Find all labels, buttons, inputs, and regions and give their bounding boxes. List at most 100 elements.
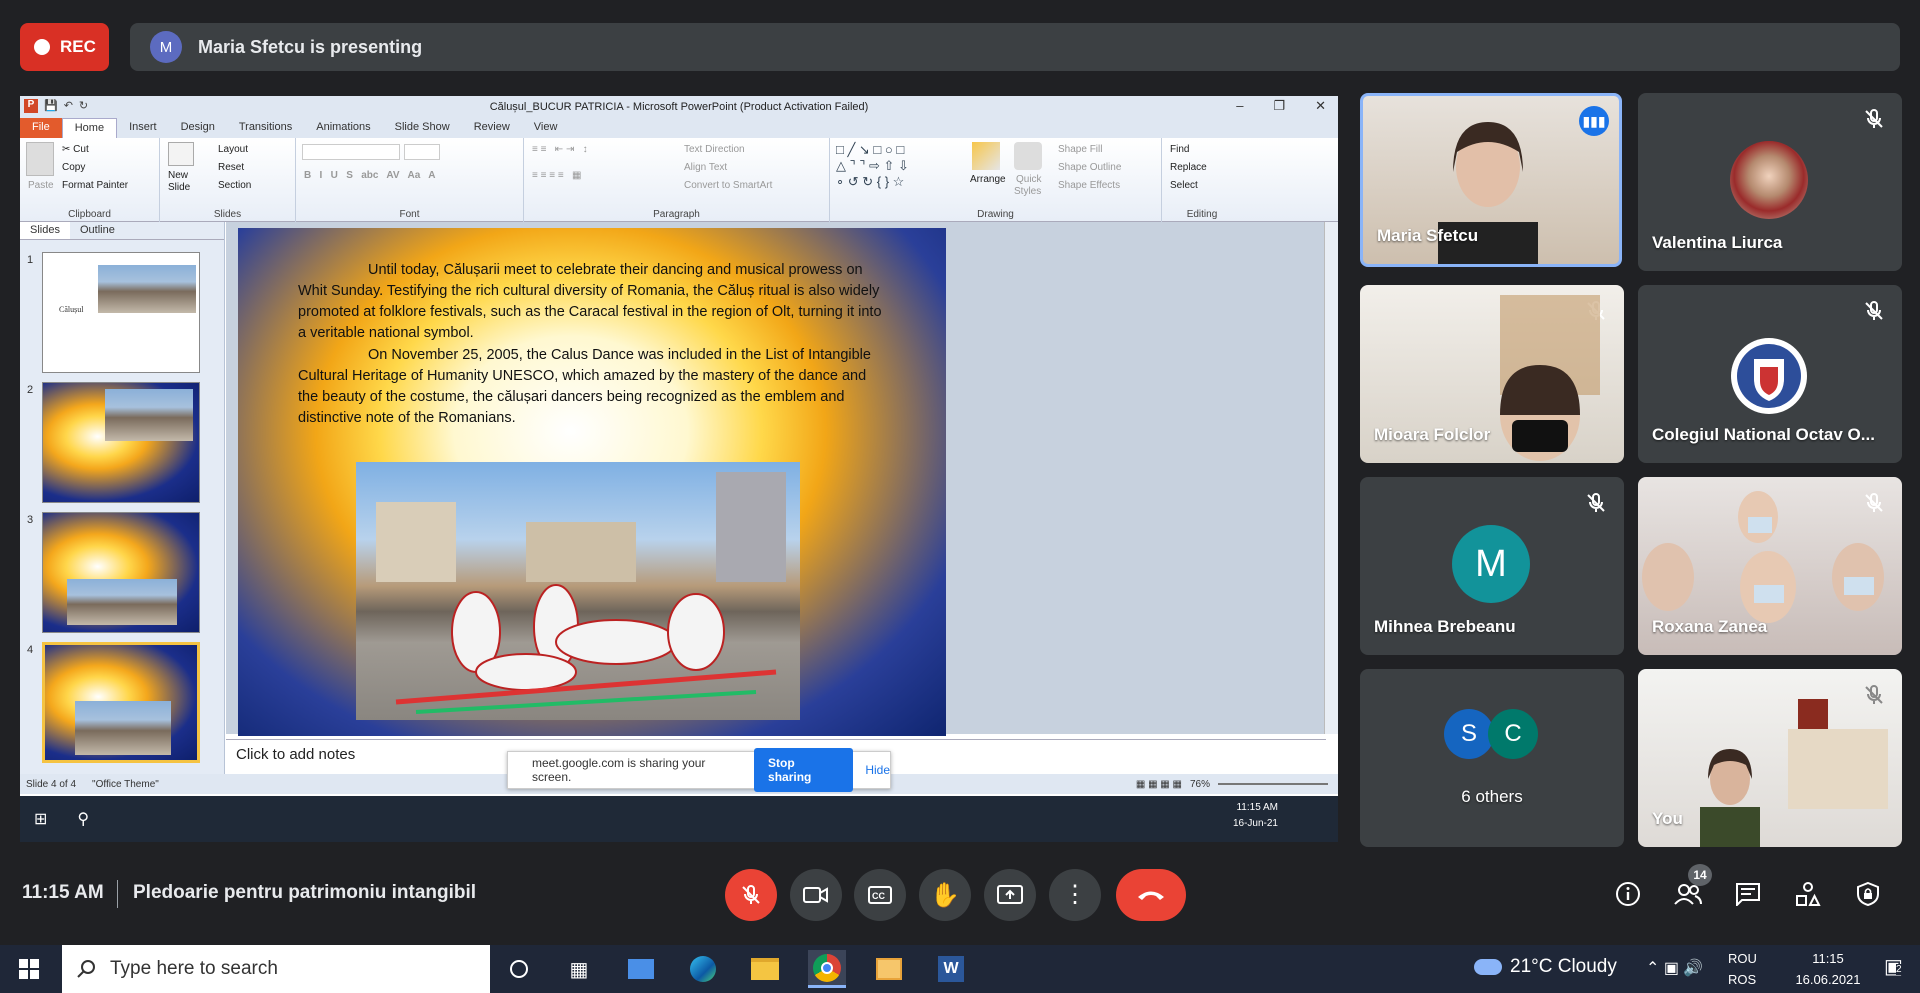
layout-button[interactable]: Layout (218, 144, 248, 155)
new-slide-label[interactable]: New (168, 170, 188, 181)
undo-icon[interactable]: ↶ (64, 99, 73, 113)
slide-thumbnail-2[interactable] (42, 382, 200, 503)
align-icons[interactable]: ≡ ≡ ≡ ≡ ▦ (532, 170, 581, 181)
format-painter-button[interactable]: Format Painter (62, 180, 128, 191)
shape-outline-button[interactable]: Shape Outline (1058, 162, 1121, 173)
bold-icon[interactable]: B I U S abc AV Aa A (304, 170, 436, 181)
taskbar-search[interactable]: Type here to search (62, 945, 490, 993)
copy-button[interactable]: Copy (62, 162, 85, 173)
view-icons[interactable]: ▦ ▦ ▦ ▦ (1136, 779, 1182, 790)
tab-insert[interactable]: Insert (117, 118, 169, 138)
edge-app-icon[interactable] (684, 950, 722, 988)
tab-transitions[interactable]: Transitions (227, 118, 304, 138)
tab-home[interactable]: Home (61, 118, 118, 138)
participant-tile-others[interactable]: S C 6 others (1360, 669, 1624, 847)
find-button[interactable]: Find (1170, 144, 1189, 155)
tab-view[interactable]: View (522, 118, 570, 138)
meeting-details-button[interactable] (1608, 874, 1648, 914)
text-direction-button[interactable]: Text Direction (684, 144, 745, 155)
people-button[interactable]: 14 (1668, 864, 1712, 914)
convert-smartart-button[interactable]: Convert to SmartArt (684, 180, 772, 191)
slide-thumbnail-3[interactable] (42, 512, 200, 633)
tab-animations[interactable]: Animations (304, 118, 382, 138)
section-button[interactable]: Section (218, 180, 251, 191)
taskbar-clock[interactable]: 11:15 16.06.2021 (1778, 948, 1878, 990)
quick-styles-icon[interactable] (1014, 142, 1042, 170)
chrome-app-icon[interactable] (808, 950, 846, 988)
cut-button[interactable]: ✂ Cut (62, 144, 89, 155)
new-slide-label-2[interactable]: Slide (168, 182, 190, 193)
notifications-button[interactable]: ▣ 2 (1884, 954, 1903, 979)
system-tray-icons[interactable]: ⌃ ▣ 🔊 (1646, 958, 1703, 978)
mail-app-icon[interactable] (870, 950, 908, 988)
select-button[interactable]: Select (1170, 180, 1198, 191)
close-icon[interactable]: ✕ (1315, 98, 1326, 114)
participant-tile-colegiul[interactable]: Colegiul National Octav O... (1638, 285, 1902, 463)
leave-call-button[interactable] (1116, 869, 1186, 921)
restore-icon[interactable]: ❐ (1273, 98, 1285, 114)
zoom-slider[interactable] (1218, 783, 1328, 785)
vertical-scrollbar[interactable] (1324, 222, 1338, 734)
tab-design[interactable]: Design (169, 118, 227, 138)
start-button[interactable] (10, 950, 48, 988)
news-app-icon[interactable] (622, 950, 660, 988)
participant-tile-maria[interactable]: ▮▮▮ Maria Sfetcu (1360, 93, 1622, 267)
tab-review[interactable]: Review (462, 118, 522, 138)
mic-toggle-button[interactable] (725, 869, 777, 921)
edge-icon (690, 956, 716, 982)
weather-widget[interactable]: 21°C Cloudy (1474, 956, 1617, 978)
activities-button[interactable] (1788, 874, 1828, 914)
more-options-button[interactable]: ⋮ (1049, 869, 1101, 921)
paste-button[interactable]: Paste (28, 180, 54, 191)
replace-button[interactable]: Replace (1170, 162, 1207, 173)
participant-tile-roxana[interactable]: Roxana Zanea (1638, 477, 1902, 655)
host-controls-button[interactable] (1848, 874, 1888, 914)
camera-toggle-button[interactable] (790, 869, 842, 921)
redo-icon[interactable]: ↻ (79, 99, 88, 113)
stop-sharing-button[interactable]: Stop sharing (754, 748, 854, 792)
task-view-icon: ▦ (569, 958, 589, 981)
word-app-icon[interactable]: W (932, 950, 970, 988)
task-view-button[interactable]: ▦ (560, 950, 598, 988)
arrange-icon[interactable] (972, 142, 1000, 170)
recording-badge[interactable]: REC (20, 23, 109, 71)
hide-button[interactable]: Hide (865, 763, 890, 777)
language-indicator[interactable]: ROU ROS (1728, 948, 1757, 990)
participant-tile-valentina[interactable]: Valentina Liurca (1638, 93, 1902, 271)
chat-button[interactable] (1728, 874, 1768, 914)
shape-fill-button[interactable]: Shape Fill (1058, 144, 1102, 155)
cortana-button[interactable] (500, 950, 538, 988)
tab-slides[interactable]: Slides (20, 222, 70, 239)
paragraph-group-label: Paragraph (653, 209, 700, 220)
participant-tile-mioara[interactable]: Mioara Folclor (1360, 285, 1624, 463)
shape-effects-button[interactable]: Shape Effects (1058, 180, 1120, 191)
participant-tile-you[interactable]: You (1638, 669, 1902, 847)
new-slide-icon[interactable] (168, 142, 194, 166)
captions-button[interactable]: CC (854, 869, 906, 921)
align-text-button[interactable]: Align Text (684, 162, 727, 173)
quick-styles-label-2[interactable]: Styles (1014, 186, 1041, 197)
raise-hand-button[interactable]: ✋ (919, 869, 971, 921)
participant-tile-mihnea[interactable]: M Mihnea Brebeanu (1360, 477, 1624, 655)
thumb-number: 1 (27, 254, 34, 266)
reset-button[interactable]: Reset (218, 162, 244, 173)
arrange-button[interactable]: Arrange (970, 174, 1006, 185)
inner-time: 11:15 AM (1236, 802, 1278, 813)
tab-file[interactable]: File (20, 118, 62, 138)
zoom-level[interactable]: 76% (1190, 779, 1210, 790)
tab-outline[interactable]: Outline (70, 222, 125, 239)
current-slide[interactable]: Until today, Călușarii meet to celebrate… (238, 228, 946, 736)
minimize-icon[interactable]: – (1236, 98, 1243, 114)
quick-styles-label[interactable]: Quick (1016, 174, 1042, 185)
file-explorer-app-icon[interactable] (746, 950, 784, 988)
shapes-gallery[interactable]: □ ╱ ↘ □ ○ □ △ ⌝ ⌝ ⇨ ⇧ ⇩ ∘ ↺ ↻ { } ☆ (836, 142, 909, 190)
paste-icon[interactable] (26, 142, 54, 176)
tab-slideshow[interactable]: Slide Show (383, 118, 462, 138)
slide-thumbnail-1[interactable]: Călușul (42, 252, 200, 373)
present-button[interactable] (984, 869, 1036, 921)
slide-thumbnail-4[interactable] (42, 642, 200, 763)
font-size-field[interactable] (404, 144, 440, 160)
bullets-icon[interactable]: ≡ ≡ ⇤ ⇥ ↕ (532, 144, 588, 155)
font-name-field[interactable] (302, 144, 400, 160)
save-icon[interactable]: 💾 (44, 99, 58, 113)
